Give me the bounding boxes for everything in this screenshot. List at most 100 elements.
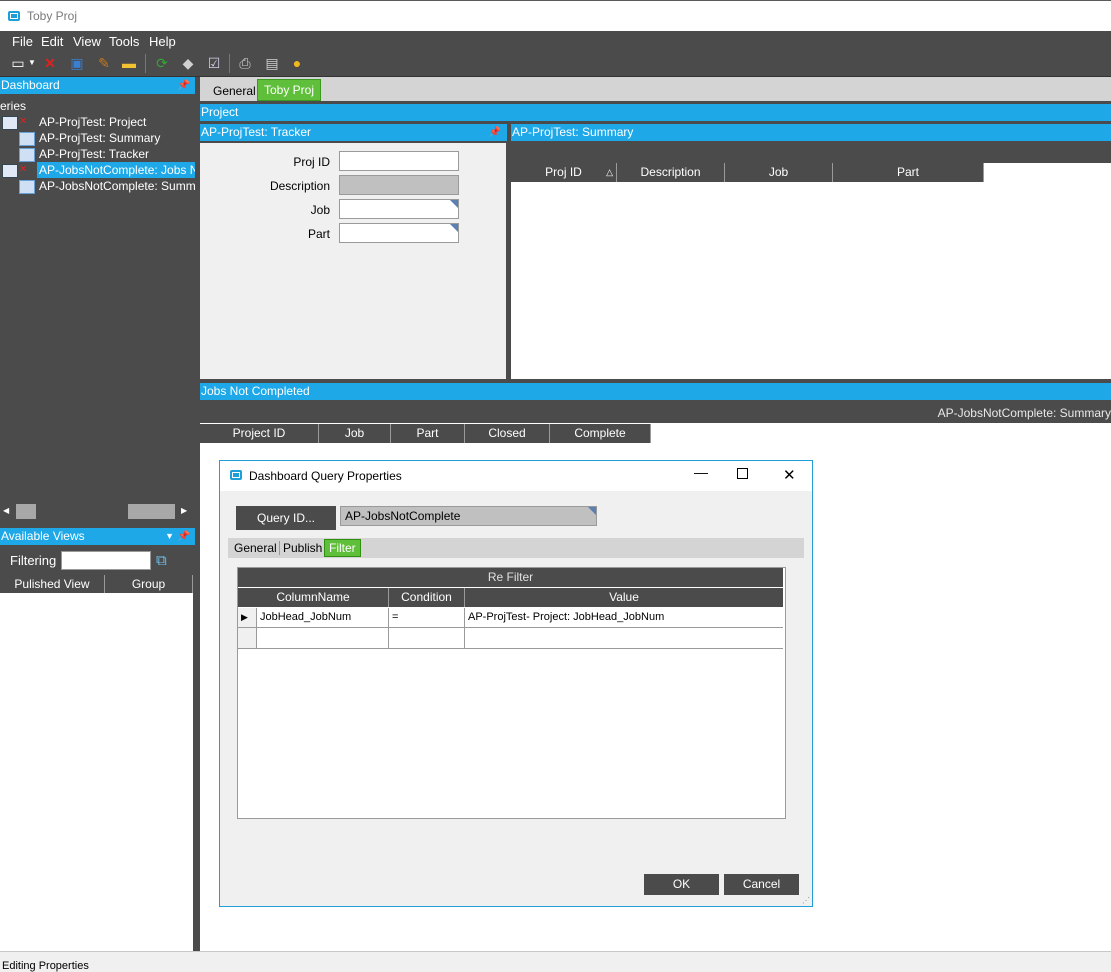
menu-file[interactable]: File	[12, 34, 33, 49]
tree-item-project[interactable]: ✕ AP-ProjTest: Project	[0, 114, 195, 130]
folder-icon[interactable]: ▬	[121, 55, 137, 71]
undo-brush-icon[interactable]: ✎	[96, 55, 112, 71]
jobs-column-complete[interactable]: Complete	[550, 424, 651, 443]
views-column-published[interactable]: Pulished View	[0, 575, 105, 593]
tree-item-jobs-summary[interactable]: AP-JobsNotComplete: Summ	[0, 178, 196, 194]
toolbar: ▭ ▼ ✕ ▣ ✎ ▬ ⟳ ◆ ☑ ⎙ ▤ ●	[0, 51, 1111, 77]
refresh-icon[interactable]: ⟳	[154, 55, 170, 71]
pin-icon[interactable]: 📌	[178, 528, 190, 545]
tree-item-jobs-not-complete[interactable]: ✕ AP-JobsNotComplete: Jobs N	[0, 162, 195, 178]
query-id-field[interactable]: AP-JobsNotComplete	[340, 506, 597, 526]
summary-panel-header: AP-ProjTest: Summary	[511, 124, 1111, 141]
available-views-grid[interactable]	[0, 593, 193, 951]
print-preview-icon[interactable]: ▤	[264, 55, 280, 71]
filter-cell-columnname[interactable]: JobHead_JobNum	[257, 608, 389, 628]
jobs-column-closed[interactable]: Closed	[465, 424, 550, 443]
filter-grid-title: Re Filter	[238, 568, 783, 587]
filter-column-value[interactable]: Value	[465, 588, 783, 607]
dashboard-pane-title: Dashboard	[1, 78, 60, 92]
new-dropdown-arrow-icon[interactable]: ▼	[27, 55, 37, 71]
sort-ascending-icon: △	[606, 167, 613, 177]
maximize-icon[interactable]	[737, 468, 748, 479]
jobs-column-project-id[interactable]: Project ID	[200, 424, 319, 443]
ok-button[interactable]: OK	[644, 874, 719, 895]
filter-grid[interactable]: Re Filter ColumnName Condition Value ▶ J…	[237, 567, 786, 819]
menu-bar: File Edit View Tools Help	[0, 31, 1111, 51]
jobs-grid-title: AP-JobsNotComplete: Summary	[937, 406, 1111, 420]
jobs-column-part[interactable]: Part	[391, 424, 465, 443]
tab-toby-proj[interactable]: Toby Proj	[257, 79, 322, 101]
filtering-row: Filtering ⧉	[0, 548, 195, 574]
tree-item-label: AP-ProjTest: Tracker	[39, 147, 150, 161]
dropdown-icon[interactable]: ▼	[165, 528, 174, 545]
summary-grid[interactable]: Proj ID △ Description Job Part	[511, 143, 1111, 379]
eraser-icon[interactable]: ◆	[180, 55, 196, 71]
properties-icon[interactable]: ☑	[206, 55, 222, 71]
row-selector[interactable]: ▶	[238, 608, 257, 628]
dialog-title: Dashboard Query Properties	[249, 469, 402, 483]
query-icon	[2, 116, 18, 130]
help-icon[interactable]: ●	[289, 55, 305, 71]
tracker-form: Proj ID Description Job Part	[200, 143, 506, 379]
status-bar: Editing Properties	[0, 951, 1111, 972]
menu-help[interactable]: Help	[149, 34, 176, 49]
proj-id-label: Proj ID	[293, 155, 330, 169]
filter-cell-condition[interactable]: =	[389, 608, 465, 628]
status-text: Editing Properties	[2, 960, 89, 972]
dialog-tab-general[interactable]: General	[234, 541, 277, 555]
cancel-button[interactable]: Cancel	[724, 874, 799, 895]
tree-horizontal-scrollbar[interactable]: ◀ ▶	[0, 503, 195, 521]
grid-icon	[19, 132, 35, 146]
row-selector[interactable]	[238, 628, 257, 649]
dialog-tab-filter[interactable]: Filter	[324, 539, 361, 557]
part-field[interactable]	[339, 223, 459, 243]
scroll-left-icon[interactable]: ◀	[3, 506, 9, 515]
pin-icon[interactable]: 📌	[489, 124, 501, 141]
scroll-thumb[interactable]	[16, 504, 36, 519]
filtering-input[interactable]	[61, 551, 151, 570]
resize-grip-icon[interactable]: ⋰	[802, 896, 810, 905]
scroll-right-icon[interactable]: ▶	[181, 506, 187, 515]
summary-column-proj-id[interactable]: Proj ID △	[511, 163, 617, 182]
filter-column-condition[interactable]: Condition	[389, 588, 465, 607]
filter-cell-condition-new[interactable]	[389, 628, 465, 649]
link-error-icon: ✕	[19, 164, 28, 175]
scroll-track-right[interactable]	[128, 504, 175, 519]
views-column-group[interactable]: Group	[105, 575, 193, 593]
tree-item-label: AP-ProjTest: Project	[39, 115, 147, 129]
menu-edit[interactable]: Edit	[41, 34, 63, 49]
query-id-button[interactable]: Query ID...	[236, 506, 336, 530]
tree-item-label: AP-JobsNotComplete: Summ	[39, 179, 196, 193]
filter-cell-value-new[interactable]	[465, 628, 783, 649]
tree-item-tracker[interactable]: AP-ProjTest: Tracker	[0, 146, 195, 162]
summary-column-description[interactable]: Description	[617, 163, 725, 182]
jobs-column-job[interactable]: Job	[319, 424, 391, 443]
proj-id-field[interactable]	[339, 151, 459, 171]
filtering-label: Filtering	[10, 553, 57, 568]
tab-divider	[279, 541, 280, 555]
pin-icon[interactable]: 📌	[178, 77, 190, 94]
menu-tools[interactable]: Tools	[109, 34, 139, 49]
summary-column-part[interactable]: Part	[833, 163, 984, 182]
tab-general[interactable]: General	[207, 81, 262, 101]
summary-column-job[interactable]: Job	[725, 163, 833, 182]
dialog-tab-publish[interactable]: Publish	[283, 541, 322, 555]
tree-item-summary[interactable]: AP-ProjTest: Summary	[0, 130, 195, 146]
job-field[interactable]	[339, 199, 459, 219]
filter-cell-columnname-new[interactable]	[257, 628, 389, 649]
new-document-icon[interactable]: ▭	[10, 55, 26, 71]
close-icon[interactable]: ✕	[783, 466, 796, 484]
print-icon[interactable]: ⎙	[237, 55, 253, 71]
menu-view[interactable]: View	[73, 34, 101, 49]
filter-cell-value[interactable]: AP-ProjTest- Project: JobHead_JobNum	[465, 608, 783, 628]
description-field[interactable]	[339, 175, 459, 195]
save-icon[interactable]: ▣	[69, 55, 85, 71]
filter-column-columnname[interactable]: ColumnName	[238, 588, 389, 607]
app-icon	[230, 470, 242, 480]
current-row-arrow-icon: ▶	[241, 612, 248, 622]
delete-icon[interactable]: ✕	[42, 55, 58, 71]
filter-apply-icon[interactable]: ⧉	[156, 552, 167, 569]
tracker-panel-header: AP-ProjTest: Tracker 📌	[200, 124, 507, 141]
tree-item-label: AP-ProjTest: Summary	[39, 131, 161, 145]
minimize-icon[interactable]: —	[694, 464, 708, 480]
